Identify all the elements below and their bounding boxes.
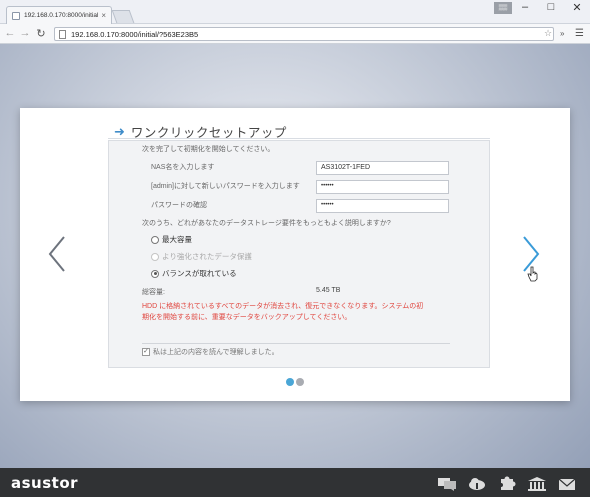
hand-cursor-icon bbox=[527, 266, 538, 282]
nas-name-label: NAS名を入力します bbox=[151, 164, 215, 171]
profile-badge[interactable]: ▒▒ bbox=[494, 2, 512, 14]
browser-toolbar: ← → ↻ 192.168.0.170:8000/initial/?563E23… bbox=[0, 24, 590, 44]
bookmark-star-icon[interactable]: ☆ bbox=[544, 28, 552, 39]
forward-icon[interactable]: → bbox=[19, 27, 31, 39]
storage-question: 次のうち、どれがあなたのデータストレージ要件をもっともよく説明しますか? bbox=[142, 220, 391, 227]
browser-titlebar: 192.168.0.170:8000/initial/ × ▒▒ – □ ✕ bbox=[0, 0, 590, 24]
capacity-label: 総容量: bbox=[142, 289, 165, 296]
page-dot-active[interactable] bbox=[286, 378, 294, 386]
new-tab-button[interactable] bbox=[111, 10, 135, 23]
setup-card: ➜ ワンクリックセットアップ 次を完了して初期化を開始してください。 NAS名を… bbox=[20, 108, 570, 401]
option-label: より強化されたデータ保護 bbox=[162, 252, 252, 261]
maximize-icon[interactable]: □ bbox=[538, 1, 564, 13]
url-text: 192.168.0.170:8000/initial/?563E23B5 bbox=[71, 29, 199, 39]
page-icon bbox=[59, 29, 66, 39]
address-bar[interactable]: 192.168.0.170:8000/initial/?563E23B5 bbox=[54, 27, 554, 41]
radio-selected-icon bbox=[151, 269, 159, 278]
extensions-icon[interactable]: » bbox=[560, 29, 564, 38]
option-label: 最大容量 bbox=[162, 235, 192, 244]
reload-icon[interactable]: ↻ bbox=[35, 27, 47, 40]
radio-icon bbox=[151, 235, 159, 244]
intro-text: 次を完了して初期化を開始してください。 bbox=[142, 146, 275, 153]
back-icon[interactable]: ← bbox=[4, 27, 16, 39]
panel-divider bbox=[142, 343, 450, 344]
option-max-capacity[interactable]: 最大容量 bbox=[151, 234, 192, 245]
setup-form: 次を完了して初期化を開始してください。 NAS名を入力します AS3102T-1… bbox=[108, 140, 490, 368]
previous-arrow-icon[interactable] bbox=[46, 234, 68, 274]
option-label: バランスが取れている bbox=[162, 269, 237, 278]
confirm-password-label: パスワードの確認 bbox=[151, 202, 207, 209]
close-window-icon[interactable]: ✕ bbox=[564, 1, 590, 14]
asustor-logo: asustor bbox=[11, 474, 79, 492]
radio-icon bbox=[151, 252, 159, 261]
library-icon[interactable] bbox=[527, 476, 547, 492]
menu-icon[interactable]: ☰ bbox=[575, 28, 584, 39]
admin-password-input[interactable]: •••••• bbox=[316, 180, 449, 194]
page-indicator bbox=[286, 378, 306, 386]
tab-title: 192.168.0.170:8000/initial/ bbox=[24, 12, 99, 19]
checkmark-icon: ✓ bbox=[142, 348, 150, 356]
mail-icon[interactable] bbox=[557, 476, 577, 492]
cloud-icon[interactable] bbox=[467, 476, 487, 492]
page-dot[interactable] bbox=[296, 378, 304, 386]
capacity-value: 5.45 TB bbox=[316, 287, 341, 294]
agree-label: 私は上記の内容を読んで理解しました。 bbox=[153, 349, 279, 356]
option-data-protection: より強化されたデータ保護 bbox=[151, 251, 252, 262]
close-tab-icon[interactable]: × bbox=[101, 11, 106, 20]
page-favicon bbox=[12, 11, 20, 20]
agree-checkbox[interactable]: ✓ 私は上記の内容を読んで理解しました。 bbox=[142, 347, 279, 357]
nas-name-input[interactable]: AS3102T-1FED bbox=[316, 161, 449, 175]
admin-password-label: [admin]に対して新しいパスワードを入力します bbox=[151, 183, 300, 190]
chat-icon[interactable] bbox=[437, 476, 457, 492]
data-erase-warning: HDD に格納されているすべてのデータが消去され、復元できなくなります。システム… bbox=[142, 301, 454, 323]
confirm-password-input[interactable]: •••••• bbox=[316, 199, 449, 213]
option-balanced[interactable]: バランスが取れている bbox=[151, 268, 237, 279]
puzzle-icon[interactable] bbox=[497, 476, 517, 492]
title-divider bbox=[108, 138, 490, 139]
warning-line: 期化を開始する前に、重要なデータをバックアップしてください。 bbox=[142, 314, 352, 321]
warning-line: HDD に格納されているすべてのデータが消去され、復元できなくなります。システム… bbox=[142, 303, 424, 310]
browser-tab[interactable]: 192.168.0.170:8000/initial/ × bbox=[6, 6, 112, 24]
minimize-icon[interactable]: – bbox=[512, 1, 538, 13]
